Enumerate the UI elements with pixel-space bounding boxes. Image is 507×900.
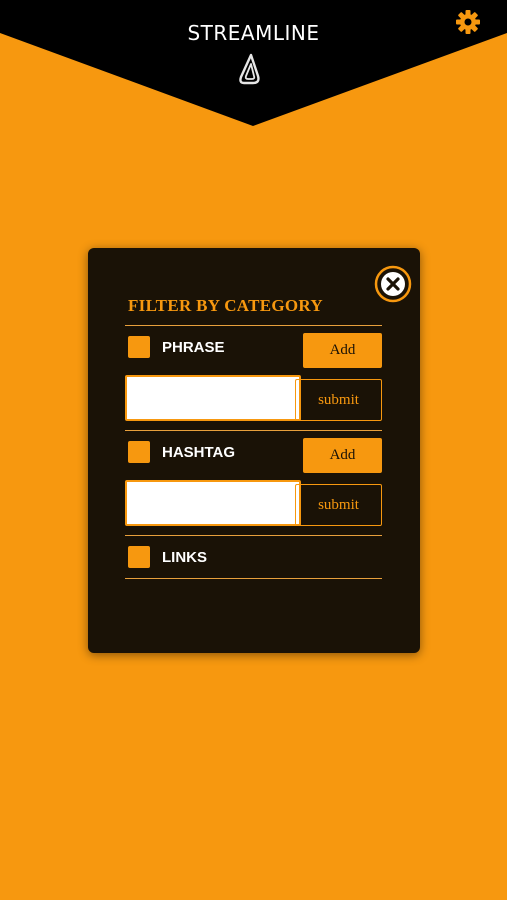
links-label: LINKS	[162, 549, 207, 566]
gear-icon[interactable]	[455, 9, 481, 35]
hashtag-checkbox[interactable]	[128, 441, 150, 463]
phrase-submit-button[interactable]: submit	[295, 379, 382, 421]
streamline-logo-icon	[239, 53, 260, 85]
modal-title: FILTER BY CATEGORY	[128, 296, 323, 315]
divider	[125, 325, 382, 326]
close-icon[interactable]	[374, 265, 412, 303]
hashtag-label: HASHTAG	[162, 444, 236, 461]
hashtag-submit-button[interactable]: submit	[295, 484, 382, 526]
hashtag-add-button[interactable]: Add	[303, 438, 382, 473]
divider	[125, 535, 382, 536]
divider	[125, 578, 382, 579]
phrase-add-button[interactable]: Add	[303, 333, 382, 368]
phrase-checkbox[interactable]	[128, 336, 150, 358]
links-checkbox[interactable]	[128, 546, 150, 568]
filter-modal: FILTER BY CATEGORY PHRASE Add submit HAS…	[88, 248, 420, 653]
hashtag-input[interactable]	[125, 480, 301, 526]
phrase-input[interactable]	[125, 375, 301, 421]
divider	[125, 430, 382, 431]
phrase-label: PHRASE	[162, 339, 225, 356]
app-title: STREAMLINE	[187, 21, 320, 45]
